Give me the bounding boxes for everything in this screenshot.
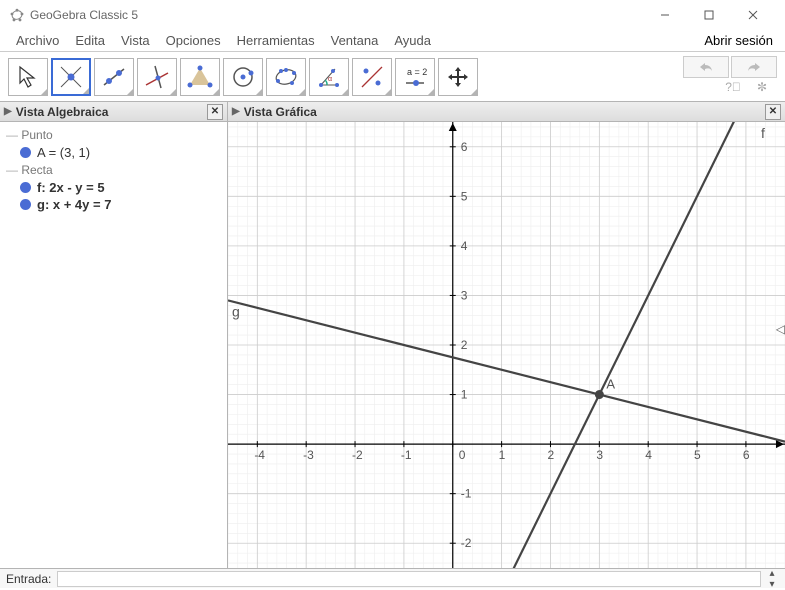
svg-text:4: 4: [461, 239, 468, 253]
graph-point-label-A: A: [606, 377, 615, 392]
tool-move[interactable]: [8, 58, 48, 96]
graphics-panel-title: Vista Gráfica: [244, 105, 317, 119]
login-link[interactable]: Abrir sesión: [704, 33, 777, 48]
toolbar: α a = 2 ?⃝ ✼: [0, 52, 785, 102]
svg-text:-2: -2: [352, 448, 363, 462]
tool-reflect[interactable]: [352, 58, 392, 96]
svg-text:5: 5: [461, 189, 468, 203]
svg-text:-4: -4: [254, 448, 265, 462]
algebra-item-A[interactable]: A = (3, 1): [20, 144, 221, 161]
input-dropdown-icon[interactable]: ▴▾: [765, 568, 779, 590]
graph-point-A[interactable]: [595, 390, 604, 399]
svg-text:2: 2: [461, 338, 468, 352]
menu-opciones[interactable]: Opciones: [158, 31, 229, 50]
graphics-body[interactable]: 0 1 2 3 4 5 6 -4 -3 -2 -1 1 2 3 4 5 6 -2 -1 f g A ◁: [228, 122, 785, 568]
tool-perpendicular[interactable]: [137, 58, 177, 96]
svg-text:0: 0: [459, 448, 466, 462]
command-input[interactable]: [57, 571, 761, 587]
algebra-panel: ▶ Vista Algebraica ✕ Punto A = (3, 1) Re…: [0, 102, 228, 568]
tool-circle[interactable]: [223, 58, 263, 96]
redo-button[interactable]: [731, 56, 777, 78]
svg-text:4: 4: [645, 448, 652, 462]
svg-text:2: 2: [547, 448, 554, 462]
menu-vista[interactable]: Vista: [113, 31, 158, 50]
graphics-panel-header[interactable]: ▶ Vista Gráfica ✕: [228, 102, 785, 122]
tool-move-view[interactable]: [438, 58, 478, 96]
algebra-panel-title: Vista Algebraica: [16, 105, 109, 119]
svg-text:3: 3: [461, 288, 468, 302]
algebra-item-f[interactable]: f: 2x - y = 5: [20, 179, 221, 196]
svg-text:a = 2: a = 2: [407, 67, 427, 77]
window-title: GeoGebra Classic 5: [30, 8, 643, 22]
app-logo-icon: [10, 8, 24, 22]
menu-bar: Archivo Edita Vista Opciones Herramienta…: [0, 30, 785, 52]
menu-edita[interactable]: Edita: [67, 31, 113, 50]
input-bar: Entrada: ▴▾: [0, 568, 785, 588]
visibility-dot-icon[interactable]: [20, 182, 31, 193]
triangle-right-icon[interactable]: ▶: [4, 106, 12, 117]
input-label: Entrada:: [6, 572, 51, 586]
undo-button[interactable]: [683, 56, 729, 78]
tool-angle[interactable]: α: [309, 58, 349, 96]
visibility-dot-icon[interactable]: [20, 147, 31, 158]
svg-text:1: 1: [499, 448, 506, 462]
algebra-body: Punto A = (3, 1) Recta f: 2x - y = 5 g: …: [0, 122, 227, 568]
settings-icon[interactable]: ✼: [757, 80, 767, 94]
help-icon[interactable]: ?⃝: [725, 80, 741, 94]
svg-text:-2: -2: [461, 536, 472, 550]
series-label-g: g: [232, 303, 240, 319]
tool-line[interactable]: [94, 58, 134, 96]
tool-slider[interactable]: a = 2: [395, 58, 435, 96]
window-maximize-button[interactable]: [687, 1, 731, 29]
side-panel-handle-icon[interactable]: ◁: [776, 322, 785, 336]
tool-polygon[interactable]: [180, 58, 220, 96]
triangle-right-icon[interactable]: ▶: [232, 106, 240, 117]
close-icon[interactable]: ✕: [765, 104, 781, 120]
category-punto[interactable]: Punto: [6, 128, 221, 142]
series-label-f: f: [761, 125, 765, 141]
svg-text:3: 3: [596, 448, 603, 462]
close-icon[interactable]: ✕: [207, 104, 223, 120]
window-close-button[interactable]: [731, 1, 775, 29]
svg-text:-1: -1: [401, 448, 412, 462]
window-titlebar: GeoGebra Classic 5: [0, 0, 785, 30]
category-recta[interactable]: Recta: [6, 163, 221, 177]
svg-text:-1: -1: [461, 487, 472, 501]
tool-point[interactable]: [51, 58, 91, 96]
menu-archivo[interactable]: Archivo: [8, 31, 67, 50]
svg-text:-3: -3: [303, 448, 314, 462]
menu-ayuda[interactable]: Ayuda: [386, 31, 439, 50]
tool-conic[interactable]: [266, 58, 306, 96]
graphics-panel: ▶ Vista Gráfica ✕ 0 1 2 3 4 5 6 -4 -3 -2 -1 1 2 3 4 5 6 -…: [228, 102, 785, 568]
menu-ventana[interactable]: Ventana: [323, 31, 387, 50]
svg-text:α: α: [328, 76, 332, 83]
window-minimize-button[interactable]: [643, 1, 687, 29]
graph-canvas[interactable]: 0 1 2 3 4 5 6 -4 -3 -2 -1 1 2 3 4 5 6 -2 -1 f g A: [228, 122, 785, 568]
svg-text:6: 6: [461, 140, 468, 154]
svg-text:6: 6: [743, 448, 750, 462]
series-line-g[interactable]: [228, 300, 785, 441]
svg-text:5: 5: [694, 448, 701, 462]
svg-text:1: 1: [461, 388, 468, 402]
menu-herramientas[interactable]: Herramientas: [229, 31, 323, 50]
algebra-item-g[interactable]: g: x + 4y = 7: [20, 196, 221, 213]
visibility-dot-icon[interactable]: [20, 199, 31, 210]
algebra-panel-header[interactable]: ▶ Vista Algebraica ✕: [0, 102, 227, 122]
